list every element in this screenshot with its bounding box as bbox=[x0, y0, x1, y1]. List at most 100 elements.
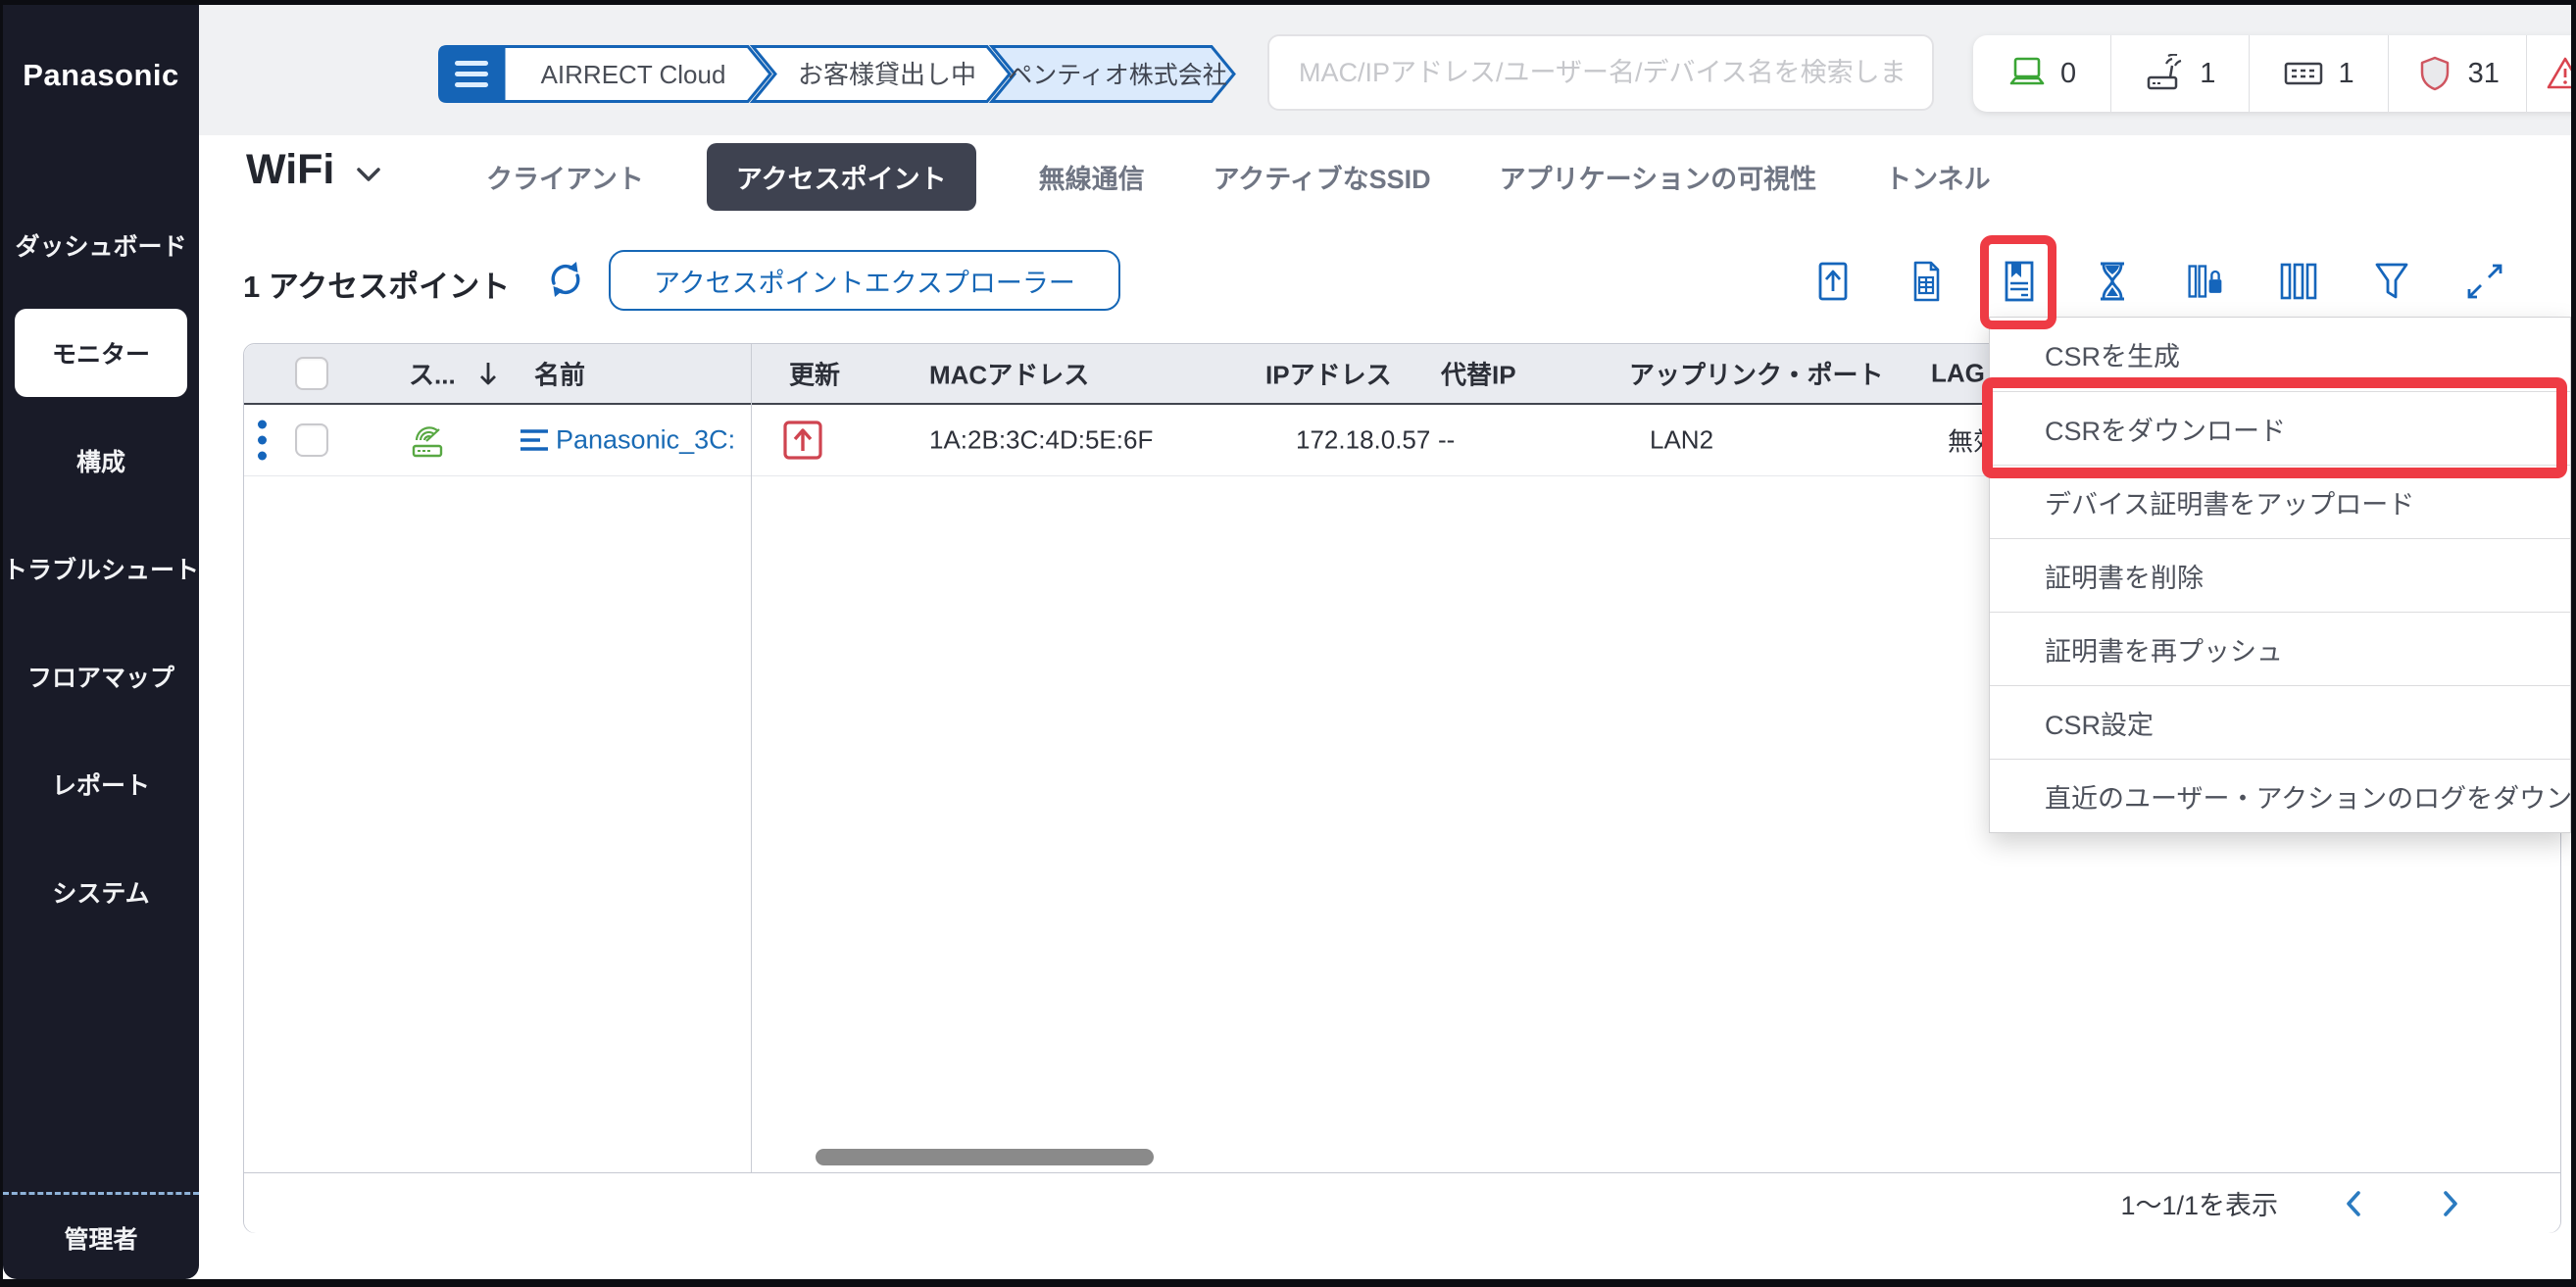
column-header-update[interactable]: 更新 bbox=[789, 356, 840, 392]
sidebar-item-monitor[interactable]: モニター bbox=[15, 309, 187, 397]
app-window: Panasonic ダッシュボード モニター 構成 トラブルシュート フロアマッ… bbox=[3, 5, 2571, 1279]
certificate-button[interactable] bbox=[1980, 235, 2056, 329]
pagination-prev-button[interactable] bbox=[2332, 1182, 2375, 1225]
status-security[interactable]: 31 bbox=[2389, 35, 2527, 112]
upload-icon bbox=[1818, 262, 1848, 301]
column-header-status[interactable]: ス... bbox=[409, 356, 456, 392]
menu-item-generate-csr[interactable]: CSRを生成 bbox=[1990, 318, 2570, 391]
column-header-mac[interactable]: MACアドレス bbox=[929, 356, 1089, 392]
tab-active-ssid[interactable]: アクティブなSSID bbox=[1208, 143, 1437, 211]
status-summary-bar: 0 1 1 31 bbox=[1973, 35, 2571, 112]
pagination-label: 1〜1/1を表示 bbox=[2120, 1191, 2278, 1220]
top-header: AIRRECT Cloud お客様貸出し中 ペンティオ株式会社 0 bbox=[199, 5, 2571, 135]
report-icon bbox=[1913, 261, 1940, 302]
breadcrumb-item-site[interactable]: ペンティオ株式会社 bbox=[988, 45, 1236, 103]
column-header-alt-ip[interactable]: 代替IP bbox=[1441, 356, 1516, 392]
frozen-column-divider bbox=[751, 344, 752, 1172]
page-title: WiFi bbox=[246, 146, 335, 193]
horizontal-scrollbar bbox=[244, 1143, 2560, 1172]
sidebar-nav: ダッシュボード モニター 構成 トラブルシュート フロアマップ レポート システ… bbox=[3, 201, 199, 936]
filter-icon bbox=[2375, 263, 2408, 299]
menu-item-csr-settings[interactable]: CSR設定 bbox=[1990, 685, 2570, 759]
menu-item-download-action-log[interactable]: 直近のユーザー・アクションのログをダウンロード bbox=[1990, 759, 2571, 832]
ap-explorer-button[interactable]: アクセスポイントエクスプローラー bbox=[609, 250, 1120, 311]
hourglass-icon bbox=[2101, 262, 2124, 301]
wifi-tabs: クライアント アクセスポイント 無線通信 アクティブなSSID アプリケーション… bbox=[480, 143, 1997, 211]
ap-name-link[interactable]: Panasonic_3C: bbox=[556, 425, 735, 456]
column-header-name[interactable]: 名前 bbox=[534, 356, 585, 392]
sidebar-item-dashboard[interactable]: ダッシュボード bbox=[3, 201, 199, 289]
sidebar-item-troubleshoot[interactable]: トラブルシュート bbox=[3, 524, 199, 613]
status-clients[interactable]: 0 bbox=[1973, 35, 2112, 112]
firmware-upgrade-icon[interactable] bbox=[782, 420, 823, 461]
expand-button[interactable] bbox=[2465, 260, 2504, 303]
sidebar-item-floormap[interactable]: フロアマップ bbox=[3, 632, 199, 720]
tab-wireless[interactable]: 無線通信 bbox=[1033, 143, 1151, 211]
status-access-points[interactable]: 1 bbox=[2111, 35, 2251, 112]
chevron-left-icon bbox=[2347, 1190, 2360, 1216]
sidebar: Panasonic ダッシュボード モニター 構成 トラブルシュート フロアマッ… bbox=[3, 5, 199, 1279]
row-menu-icon[interactable] bbox=[258, 420, 267, 461]
access-point-icon bbox=[2147, 54, 2182, 90]
svg-text:お客様貸出し中: お客様貸出し中 bbox=[798, 60, 976, 89]
status-switches[interactable]: 1 bbox=[2250, 35, 2389, 112]
column-lock-icon bbox=[2188, 265, 2222, 298]
warning-icon bbox=[2547, 57, 2571, 89]
filter-button[interactable] bbox=[2372, 260, 2411, 303]
chevron-right-icon bbox=[2444, 1190, 2457, 1216]
tab-app-visibility[interactable]: アプリケーションの可視性 bbox=[1494, 143, 1822, 211]
sidebar-item-config[interactable]: 構成 bbox=[3, 417, 199, 505]
column-header-ip[interactable]: IPアドレス bbox=[1265, 356, 1392, 392]
select-all-checkbox[interactable] bbox=[295, 357, 328, 390]
tab-clients[interactable]: クライアント bbox=[480, 143, 650, 211]
report-button[interactable] bbox=[1907, 260, 1946, 303]
tab-tunnel[interactable]: トンネル bbox=[1879, 143, 1996, 211]
sort-descending-icon[interactable] bbox=[477, 360, 499, 387]
pagination-next-button[interactable] bbox=[2429, 1182, 2472, 1225]
search-input[interactable] bbox=[1267, 34, 1934, 111]
columns-icon bbox=[2280, 263, 2317, 300]
row-checkbox[interactable] bbox=[295, 423, 328, 457]
history-button[interactable] bbox=[2093, 260, 2132, 303]
breadcrumb-item-tenant[interactable]: お客様貸出し中 bbox=[749, 45, 1012, 103]
page-title-row: WiFi bbox=[246, 146, 381, 194]
sidebar-item-report[interactable]: レポート bbox=[3, 740, 199, 828]
menu-item-download-csr[interactable]: CSRをダウンロード bbox=[1990, 391, 2570, 465]
laptop-icon bbox=[2009, 57, 2045, 85]
columns-button[interactable] bbox=[2279, 260, 2318, 303]
breadcrumb-menu-button[interactable] bbox=[438, 45, 504, 103]
certificate-context-menu: CSRを生成 CSRをダウンロード デバイス証明書をアップロード 証明書を削除 … bbox=[1982, 317, 2571, 833]
panasonic-logo: Panasonic bbox=[23, 58, 179, 92]
breadcrumb: AIRRECT Cloud お客様貸出し中 ペンティオ株式会社 bbox=[438, 45, 1236, 103]
upload-button[interactable] bbox=[1813, 260, 1853, 303]
hamburger-icon bbox=[455, 61, 488, 87]
svg-text:AIRRECT Cloud: AIRRECT Cloud bbox=[541, 60, 726, 89]
menu-item-delete-cert[interactable]: 証明書を削除 bbox=[1990, 538, 2570, 612]
cell-alt-ip: -- bbox=[1438, 424, 1456, 455]
lock-columns-button[interactable] bbox=[2186, 260, 2225, 303]
shield-icon bbox=[2420, 56, 2449, 91]
menu-item-upload-device-cert[interactable]: デバイス証明書をアップロード bbox=[1990, 465, 2570, 538]
sidebar-item-system[interactable]: システム bbox=[3, 848, 199, 936]
ap-count-label: 1 アクセスポイント bbox=[243, 270, 511, 304]
access-point-online-icon bbox=[412, 426, 443, 458]
refresh-icon[interactable] bbox=[544, 258, 587, 301]
switch-icon bbox=[2285, 62, 2323, 85]
menu-item-repush-cert[interactable]: 証明書を再プッシュ bbox=[1990, 612, 2570, 685]
list-lines-icon[interactable] bbox=[519, 427, 550, 453]
status-alerts[interactable]: 135 bbox=[2527, 35, 2571, 112]
cell-mac: 1A:2B:3C:4D:5E:6F bbox=[929, 424, 1154, 455]
tab-access-points[interactable]: アクセスポイント bbox=[706, 143, 976, 211]
scrollbar-thumb[interactable] bbox=[816, 1149, 1154, 1165]
cell-ip: 172.18.0.57 bbox=[1296, 424, 1431, 455]
expand-icon bbox=[2467, 264, 2502, 299]
chevron-down-icon[interactable] bbox=[356, 167, 381, 182]
breadcrumb-item-cloud[interactable]: AIRRECT Cloud bbox=[502, 45, 772, 103]
column-header-uplink[interactable]: アップリンク・ポート bbox=[1629, 356, 1883, 392]
cell-uplink: LAN2 bbox=[1650, 424, 1714, 455]
sidebar-item-admin[interactable]: 管理者 bbox=[3, 1192, 199, 1279]
certificate-icon bbox=[2005, 261, 2034, 302]
svg-text:ペンティオ株式会社: ペンティオ株式会社 bbox=[1008, 62, 1227, 89]
table-toolbar bbox=[1813, 235, 2504, 329]
pagination-bar: 1〜1/1を表示 bbox=[244, 1172, 2560, 1233]
